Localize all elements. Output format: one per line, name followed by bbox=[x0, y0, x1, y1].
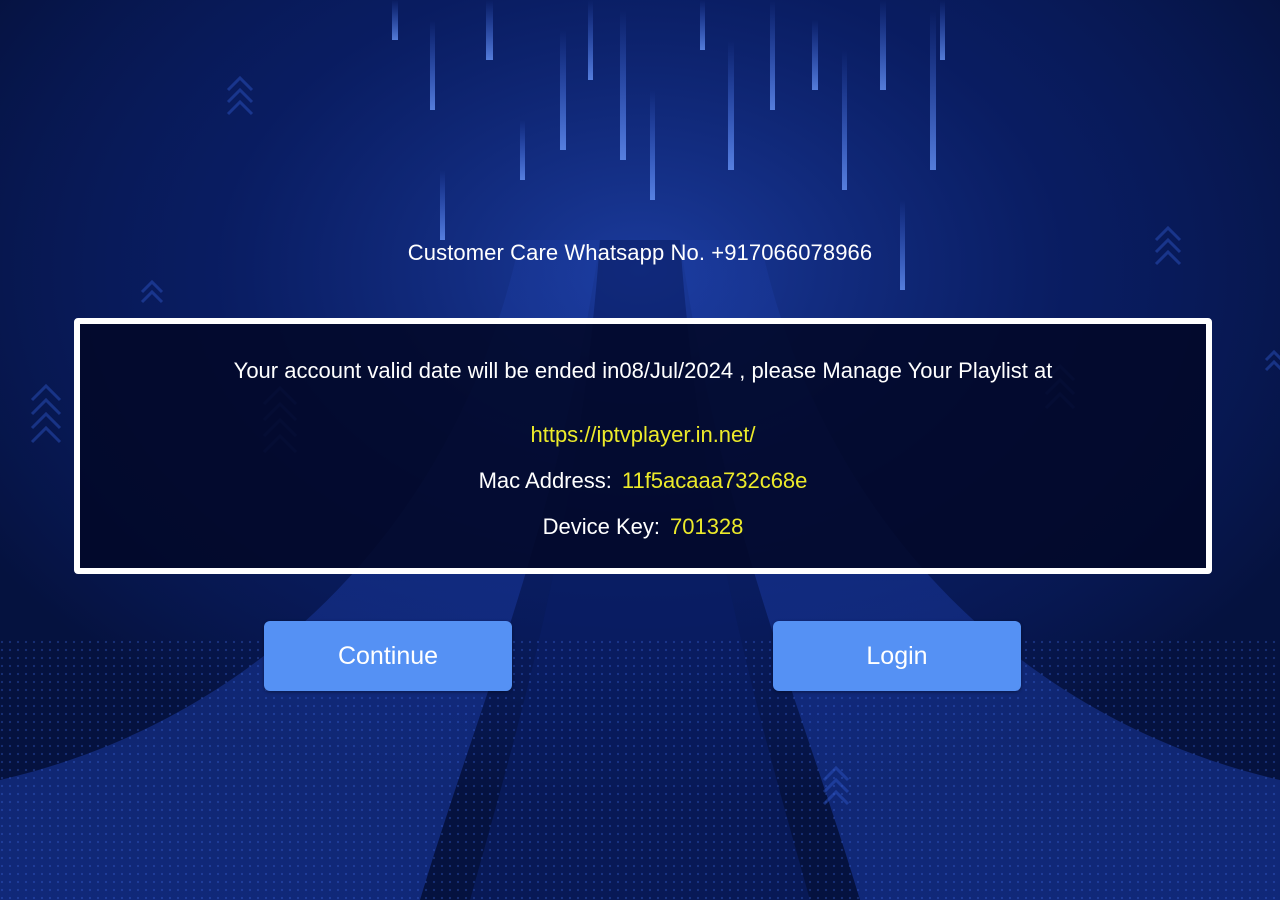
account-info-box: Your account valid date will be ended in… bbox=[74, 318, 1212, 574]
customer-care-text: Customer Care Whatsapp No. +917066078966 bbox=[407, 240, 873, 265]
device-key-label: Device Key: bbox=[542, 514, 660, 539]
login-button[interactable]: Login bbox=[773, 621, 1021, 691]
continue-button[interactable]: Continue bbox=[264, 621, 512, 691]
mac-address-label: Mac Address: bbox=[478, 468, 612, 493]
device-key-value: 701328 bbox=[669, 514, 744, 539]
app-screen: Customer Care Whatsapp No. +917066078966… bbox=[0, 0, 1280, 900]
account-expiry-notice: Your account valid date will be ended in… bbox=[233, 358, 1053, 383]
mac-address-value: 11f5acaaa732c68e bbox=[621, 468, 808, 493]
mac-address-row: Mac Address: 11f5acaaa732c68e bbox=[80, 468, 1206, 494]
device-key-row: Device Key: 701328 bbox=[80, 514, 1206, 540]
playlist-url-link[interactable]: https://iptvplayer.in.net/ bbox=[80, 422, 1206, 448]
